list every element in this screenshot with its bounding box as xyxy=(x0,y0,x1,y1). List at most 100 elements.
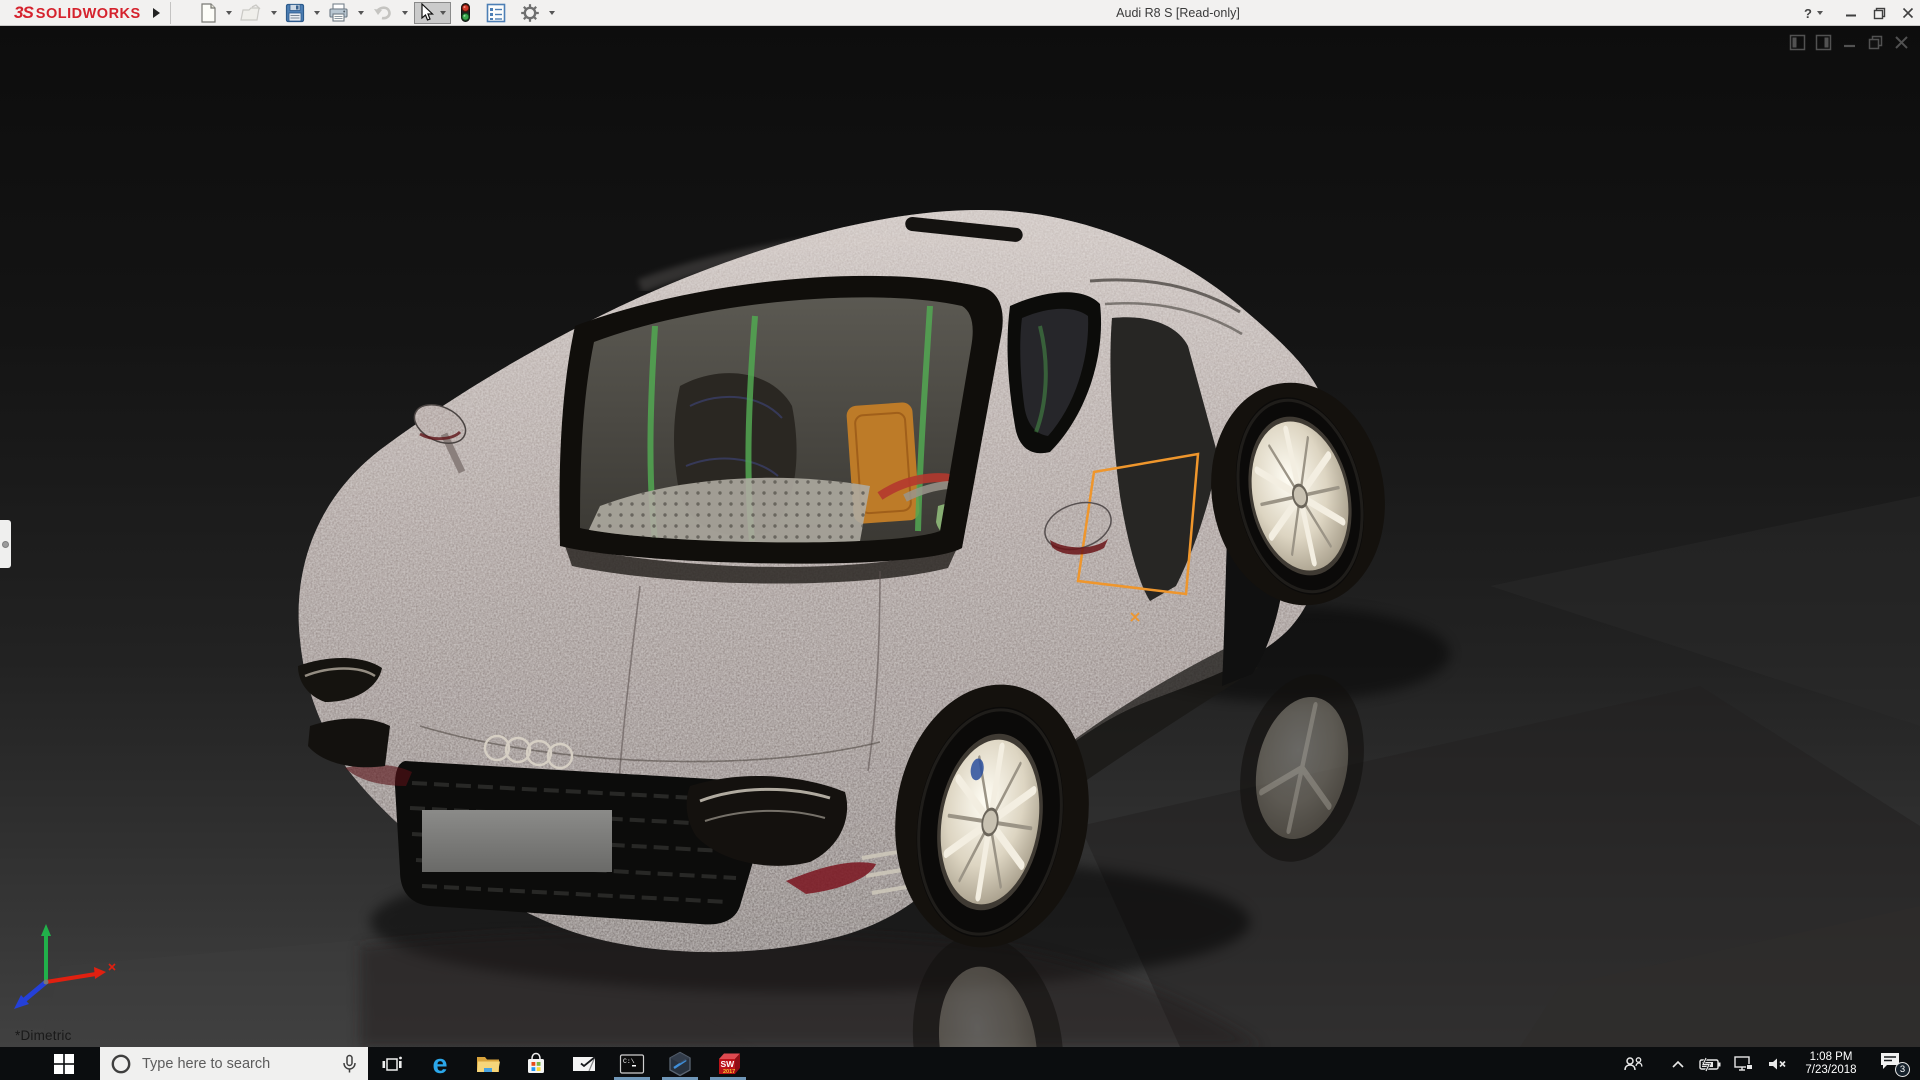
document-window-controls xyxy=(1789,34,1910,51)
network-icon xyxy=(1733,1055,1755,1073)
hexagon-app-button[interactable] xyxy=(656,1047,704,1080)
file-explorer-icon xyxy=(475,1052,501,1076)
options-dropdown-caret[interactable] xyxy=(549,11,555,15)
volume-muted-icon xyxy=(1766,1055,1788,1073)
system-tray: 1:08 PM 7/23/2018 3 xyxy=(1622,1047,1920,1080)
graphics-area[interactable]: *Dimetric xyxy=(0,26,1920,1047)
license-plate-blank xyxy=(422,810,612,872)
print-dropdown-caret[interactable] xyxy=(358,11,364,15)
doc-minimize-icon[interactable] xyxy=(1841,34,1858,51)
taskbar-clock[interactable]: 1:08 PM 7/23/2018 xyxy=(1799,1051,1863,1077)
undo-dropdown-caret[interactable] xyxy=(402,11,408,15)
hexagon-app-icon xyxy=(667,1051,693,1077)
bumper-intake xyxy=(308,719,390,768)
window-controls: ? xyxy=(1804,0,1914,26)
store-button[interactable] xyxy=(512,1047,560,1080)
microphone-icon[interactable] xyxy=(341,1054,358,1074)
taskbar-search-box[interactable] xyxy=(100,1047,368,1080)
document-title: Audi R8 S [Read-only] xyxy=(1116,0,1240,26)
help-button[interactable]: ? xyxy=(1804,6,1829,21)
action-center-button[interactable]: 3 xyxy=(1874,1049,1912,1078)
close-button[interactable] xyxy=(1902,7,1914,19)
feature-panel-collapsed-tab[interactable] xyxy=(0,520,11,568)
edge-icon: e xyxy=(432,1051,447,1077)
save-button[interactable] xyxy=(283,2,307,24)
view-orientation-label: *Dimetric xyxy=(15,1028,72,1043)
menu-expand-arrow[interactable] xyxy=(153,8,160,18)
command-prompt-button[interactable]: C:\ xyxy=(608,1047,656,1080)
restore-button[interactable] xyxy=(1873,7,1886,20)
people-icon xyxy=(1622,1054,1644,1074)
select-tool-button[interactable] xyxy=(414,2,451,24)
windshield xyxy=(560,276,1003,564)
minimize-button[interactable] xyxy=(1845,7,1857,19)
solidworks-2017-icon: SW 2017 xyxy=(714,1050,742,1078)
solidworks-logo: 3S SOLIDWORKS xyxy=(14,3,141,23)
brand-name: SOLIDWORKS xyxy=(36,6,141,22)
property-list-icon xyxy=(486,3,506,23)
windows-logo-icon xyxy=(53,1053,75,1075)
sw-icon-letters: SW xyxy=(721,1059,736,1069)
battery-button[interactable] xyxy=(1698,1056,1722,1072)
network-button[interactable] xyxy=(1733,1055,1755,1073)
properties-button[interactable] xyxy=(484,2,508,24)
task-view-icon xyxy=(380,1052,404,1076)
sw-icon-year: 2017 xyxy=(723,1069,735,1075)
options-button[interactable] xyxy=(518,2,542,24)
save-icon xyxy=(285,3,305,23)
help-icon: ? xyxy=(1804,6,1812,21)
mail-button[interactable] xyxy=(560,1047,608,1080)
pane-right-icon[interactable] xyxy=(1815,34,1832,51)
car-model-render[interactable] xyxy=(0,26,1920,1047)
mail-icon xyxy=(571,1053,597,1075)
search-input[interactable] xyxy=(142,1056,341,1072)
task-view-button[interactable] xyxy=(368,1047,416,1080)
battery-charging-icon xyxy=(1698,1056,1722,1072)
select-cursor-icon xyxy=(417,3,435,22)
command-prompt-icon: C:\ xyxy=(619,1053,645,1075)
titlebar: 3S SOLIDWORKS xyxy=(0,0,1920,26)
restore-icon xyxy=(1873,7,1886,20)
hidden-icons-button[interactable] xyxy=(1669,1056,1687,1072)
save-dropdown-caret[interactable] xyxy=(314,11,320,15)
doc-close-icon[interactable] xyxy=(1893,34,1910,51)
standard-toolbar xyxy=(197,1,561,24)
solidworks-2017-button[interactable]: SW 2017 xyxy=(704,1047,752,1080)
help-dropdown-caret[interactable] xyxy=(1817,11,1823,15)
open-folder-icon xyxy=(240,4,262,22)
undo-icon xyxy=(372,4,393,22)
settings-gear-icon xyxy=(520,3,540,23)
windows-taskbar: e C:\ xyxy=(0,1047,1920,1080)
panel-tab-dot xyxy=(2,541,9,548)
clock-date: 7/23/2018 xyxy=(1799,1064,1863,1077)
toolbar-separator xyxy=(170,2,171,24)
people-button[interactable] xyxy=(1622,1054,1644,1074)
select-dropdown-caret[interactable] xyxy=(440,11,446,15)
volume-button[interactable] xyxy=(1766,1055,1788,1073)
print-icon xyxy=(328,3,349,22)
store-icon xyxy=(524,1051,548,1077)
print-button[interactable] xyxy=(326,2,351,23)
new-dropdown-caret[interactable] xyxy=(226,11,232,15)
undo-button[interactable] xyxy=(370,3,395,23)
cmd-prompt-text: C:\ xyxy=(623,1058,635,1065)
open-button[interactable] xyxy=(238,3,264,23)
rebuild-button[interactable] xyxy=(457,1,474,24)
taskbar-spacer xyxy=(752,1047,1622,1080)
clock-time: 1:08 PM xyxy=(1799,1051,1863,1064)
close-icon xyxy=(1902,7,1914,19)
new-document-icon xyxy=(199,3,217,23)
dassault-logo-mark: 3S xyxy=(14,3,33,23)
chevron-up-icon xyxy=(1669,1056,1687,1072)
edge-button[interactable]: e xyxy=(416,1047,464,1080)
open-dropdown-caret[interactable] xyxy=(271,11,277,15)
file-explorer-button[interactable] xyxy=(464,1047,512,1080)
new-document-button[interactable] xyxy=(197,2,219,24)
start-button[interactable] xyxy=(28,1047,100,1080)
pane-left-icon[interactable] xyxy=(1789,34,1806,51)
notification-badge: 3 xyxy=(1895,1062,1910,1077)
cortana-circle-icon xyxy=(110,1053,132,1075)
doc-restore-icon[interactable] xyxy=(1867,34,1884,51)
rebuild-traffic-light-icon xyxy=(459,2,472,23)
minimize-icon xyxy=(1845,7,1857,19)
